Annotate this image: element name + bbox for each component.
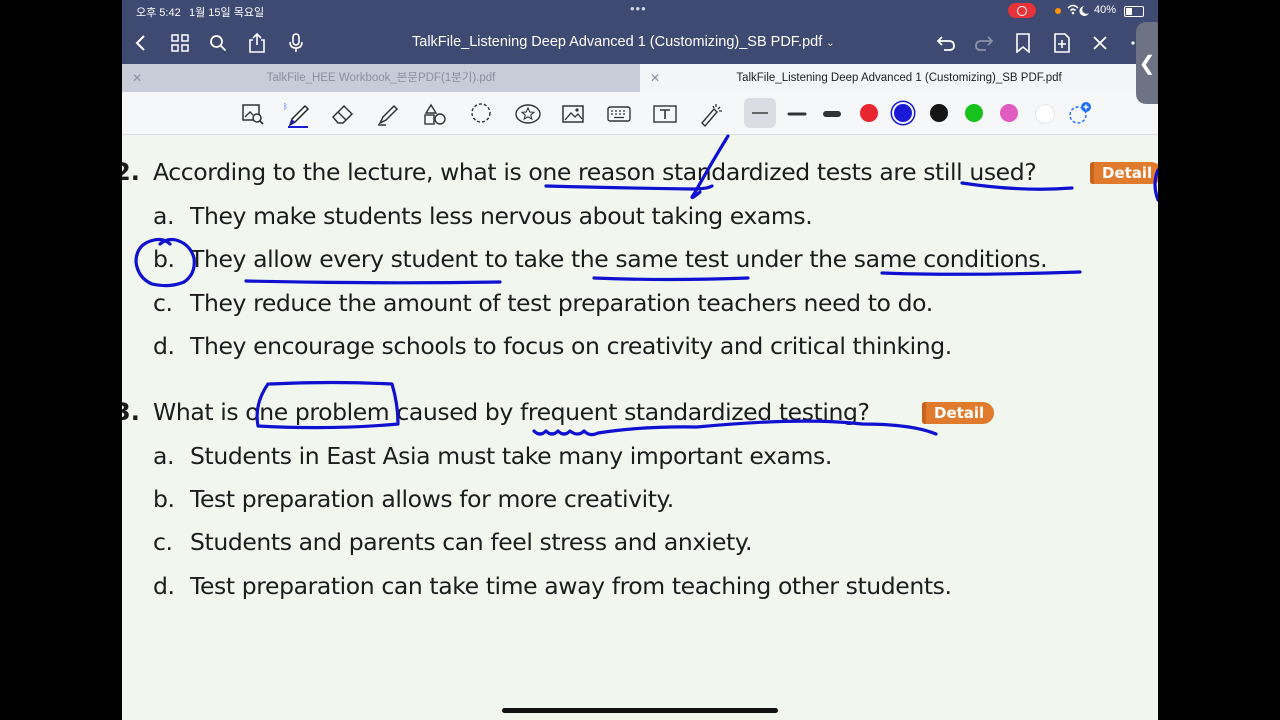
option-letter: b. xyxy=(153,245,175,273)
shapes-icon[interactable] xyxy=(422,101,448,127)
title-bar: TalkFile_Listening Deep Advanced 1 (Cust… xyxy=(122,22,1158,64)
multitasking-dots-icon[interactable]: ••• xyxy=(630,1,647,16)
option-text: Test preparation can take time away from… xyxy=(190,572,952,600)
close-icon[interactable] xyxy=(1087,30,1113,56)
option-text: Students and parents can feel stress and… xyxy=(190,528,753,556)
mic-in-use-indicator xyxy=(1055,8,1061,14)
battery-icon xyxy=(1124,6,1144,17)
laser-pointer-icon[interactable] xyxy=(698,101,724,128)
stroke-thin-button[interactable] xyxy=(744,98,776,128)
question-number: 2. xyxy=(122,158,140,186)
option-text: They make students less nervous about ta… xyxy=(190,202,813,230)
color-red-swatch[interactable] xyxy=(860,104,878,122)
pen-icon[interactable]: ᛒ xyxy=(283,101,310,128)
bookmark-icon[interactable] xyxy=(1010,30,1036,56)
color-pink-swatch[interactable] xyxy=(1000,104,1018,122)
option-letter: a. xyxy=(153,202,175,230)
ink-underline-same-test xyxy=(592,276,750,282)
color-green-swatch[interactable] xyxy=(965,104,983,122)
tab-label: TalkFile_HEE Workbook_본문PDF(1분기).pdf xyxy=(266,72,496,84)
redo-icon[interactable] xyxy=(971,30,997,56)
sticker-icon[interactable] xyxy=(514,101,541,127)
option-letter: d. xyxy=(153,572,175,600)
option-letter: d. xyxy=(153,332,175,360)
home-indicator[interactable] xyxy=(502,708,778,713)
back-icon[interactable] xyxy=(128,30,154,56)
keyboard-icon[interactable] xyxy=(606,101,632,127)
text-icon[interactable] xyxy=(652,101,678,127)
question-text: What is one problem caused by frequent s… xyxy=(153,398,870,426)
chevron-left-icon[interactable]: ❮ xyxy=(1136,22,1158,104)
ink-underline-allow-every xyxy=(244,279,502,285)
highlighter-icon[interactable] xyxy=(376,101,402,127)
option-text: They reduce the amount of test preparati… xyxy=(190,289,933,317)
search-icon[interactable] xyxy=(205,30,231,56)
option-letter: b. xyxy=(153,485,175,513)
add-color-icon[interactable] xyxy=(1066,101,1092,127)
status-date: 1월 15일 목요일 xyxy=(189,7,265,19)
screen-recording-icon xyxy=(1008,3,1036,18)
color-black-swatch[interactable] xyxy=(930,104,948,122)
document-title-text: TalkFile_Listening Deep Advanced 1 (Cust… xyxy=(412,34,823,50)
tab-bar: ✕ TalkFile_HEE Workbook_본문PDF(1분기).pdf ✕… xyxy=(122,64,1158,92)
document-title[interactable]: TalkFile_Listening Deep Advanced 1 (Cust… xyxy=(412,34,835,50)
option-text: Test preparation allows for more creativ… xyxy=(190,485,674,513)
status-time: 오후 5:42 xyxy=(136,7,181,19)
lasso-icon[interactable] xyxy=(468,101,494,127)
option-letter: c. xyxy=(153,528,173,556)
svg-text:ᛒ: ᛒ xyxy=(284,102,288,111)
share-icon[interactable] xyxy=(244,30,270,56)
color-white-swatch[interactable] xyxy=(1035,104,1055,124)
mic-icon[interactable] xyxy=(283,30,309,56)
chevron-down-icon: ⌄ xyxy=(826,38,835,49)
image-icon[interactable] xyxy=(560,101,586,127)
battery-percent: 40% xyxy=(1094,4,1117,16)
stroke-medium-button[interactable] xyxy=(784,101,810,127)
annotation-toolbar: ᛒ xyxy=(122,92,1158,135)
grid-icon[interactable] xyxy=(167,30,193,56)
color-blue-swatch[interactable] xyxy=(894,104,912,122)
tab-listening-deep[interactable]: ✕ TalkFile_Listening Deep Advanced 1 (Cu… xyxy=(640,64,1158,92)
option-letter: c. xyxy=(153,289,173,317)
question-text: According to the lecture, what is one re… xyxy=(153,158,1037,186)
question-type-badge: Detail xyxy=(1090,162,1158,184)
question-type-badge: Detail xyxy=(922,402,995,424)
stroke-thick-button[interactable] xyxy=(819,101,845,127)
option-text: They encourage schools to focus on creat… xyxy=(190,332,952,360)
option-text: They allow every student to take the sam… xyxy=(190,245,1048,273)
wifi-icon xyxy=(1066,3,1092,20)
tab-workbook[interactable]: ✕ TalkFile_HEE Workbook_본문PDF(1분기).pdf xyxy=(122,64,640,92)
pdf-page[interactable]: 2. According to the lecture, what is one… xyxy=(122,134,1158,720)
question-number: 3. xyxy=(122,398,140,426)
option-letter: a. xyxy=(153,442,175,470)
ipad-screen: 오후 5:42 1월 15일 목요일 ••• 40% TalkFile_List… xyxy=(122,0,1158,720)
option-text: Students in East Asia must take many imp… xyxy=(190,442,832,470)
tab-label: TalkFile_Listening Deep Advanced 1 (Cust… xyxy=(736,72,1062,84)
undo-icon[interactable] xyxy=(933,30,959,56)
status-bar: 오후 5:42 1월 15일 목요일 ••• 40% xyxy=(122,0,1158,22)
image-search-icon[interactable] xyxy=(240,101,266,127)
ink-underline-one-reason xyxy=(544,184,714,191)
add-page-icon[interactable] xyxy=(1049,30,1075,56)
eraser-icon[interactable] xyxy=(330,101,356,127)
